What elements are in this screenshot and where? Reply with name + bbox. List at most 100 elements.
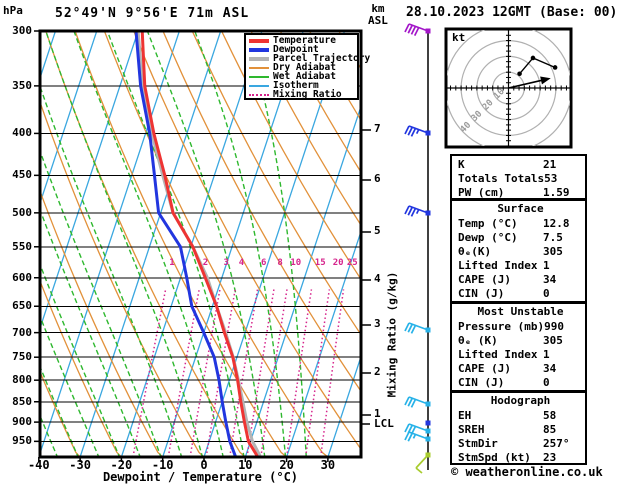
dry-adiabat-line [41, 102, 204, 456]
wind-barb-half-feather [415, 129, 420, 134]
stat-value: 85 [543, 422, 557, 436]
temp-tick-label: 0 [200, 458, 208, 472]
altitude-unit-label: km ASL [368, 2, 388, 27]
km-tick-label: 6 [374, 172, 381, 185]
wind-barb-feather [410, 398, 417, 408]
pressure-tick-label: 600 [12, 270, 32, 284]
legend-swatch-dry-adiabat [249, 66, 269, 69]
surface-panel: Surface Temp (°C) 12.8 Dewp (°C) 7.5 θₑ(K) 30… [450, 199, 587, 303]
most-unstable-panel-title: Most Unstable [477, 305, 564, 318]
mixing-ratio-value-label: 8 [277, 258, 283, 268]
km-tick-label: 7 [374, 122, 381, 135]
pressure-tick-label: 550 [12, 239, 32, 253]
stat-label: θₑ(K) [458, 244, 492, 258]
wind-barb [404, 23, 431, 36]
station-title: 52°49'N 9°56'E 71m ASL [55, 6, 250, 21]
stat-row: Lifted Index 1 [458, 258, 583, 272]
stat-row: StmDir 257° [458, 436, 583, 450]
stat-label: Lifted Index [458, 347, 538, 361]
legend-swatch-temperature [249, 38, 269, 43]
stat-label: CAPE (J) [458, 361, 511, 375]
stat-label: K [458, 157, 465, 171]
wind-barb-staff [415, 454, 429, 469]
pressure-tick-label: 350 [12, 78, 32, 92]
wind-barb [404, 125, 431, 137]
wind-barb-feather [404, 396, 410, 406]
mixing-ratio-value-label: 15 [314, 258, 326, 268]
stat-row: CIN (J) 0 [458, 286, 583, 300]
km-tick-label: 2 [374, 365, 381, 378]
wind-barb-feather [407, 432, 413, 442]
stat-value: 1.59 [543, 185, 570, 199]
stat-value: 305 [543, 333, 563, 347]
stat-value: 7.5 [543, 230, 563, 244]
wind-barb-feather [407, 397, 413, 407]
stat-row: StmSpd (kt) 23 [458, 450, 583, 464]
mixing-ratio-value-label: 2 [202, 258, 209, 268]
km-tick-label: 1 [374, 407, 381, 420]
pressure-tick-label: 450 [12, 168, 32, 182]
stat-label: CAPE (J) [458, 272, 511, 286]
indices-panel: K 21 Totals Totals 53 PW (cm) 1.59 [450, 154, 587, 200]
wind-barb-half-feather [415, 209, 420, 214]
legend-swatch-isotherm [249, 84, 269, 87]
stat-row: CAPE (J) 34 [458, 361, 583, 375]
hodograph-panel-title: Hodograph [490, 394, 551, 407]
pressure-tick-label: 650 [12, 299, 32, 313]
mixing-ratio-value-label: 20 [332, 258, 344, 268]
stat-label: PW (cm) [458, 185, 505, 199]
temp-tick-label: -10 [151, 458, 174, 472]
km-tick-label: 3 [374, 317, 381, 330]
wind-barb-feather [404, 431, 410, 441]
wind-barb [404, 205, 431, 217]
legend-swatch-wet-adiabat [249, 75, 269, 78]
wind-barb [404, 322, 431, 334]
most-unstable-panel: Most Unstable Pressure (mb) 990 θₑ (K) 305 L… [450, 302, 587, 392]
stat-label: CIN (J) [458, 375, 505, 389]
stat-value: 0 [543, 375, 550, 389]
mixing-ratio-line [320, 289, 345, 456]
stat-row: Totals Totals 53 [458, 171, 583, 185]
wind-barb-feather [410, 127, 417, 137]
pressure-unit-label: hPa [3, 4, 23, 17]
stat-value: 23 [543, 450, 557, 464]
stat-row: CAPE (J) 34 [458, 272, 583, 286]
km-tick-label: 4 [374, 272, 381, 285]
datetime-label: 28.10.2023 12GMT (Base: 00) [406, 5, 618, 20]
wind-barb [404, 396, 431, 408]
stat-label: Pressure (mb) [458, 319, 545, 333]
stat-row: PW (cm) 1.59 [458, 185, 583, 199]
stat-label: Temp (°C) [458, 216, 518, 230]
wind-barb-feather [410, 207, 417, 217]
wind-barb-feather [413, 27, 420, 36]
skewt-sounding-app: 10 20 30 40 hPa 52°49'N 9°56'E 71m ASL km A… [0, 0, 629, 486]
stat-row: Temp (°C) 12.8 [458, 216, 583, 230]
stat-label: Lifted Index [458, 258, 538, 272]
stat-value: 305 [543, 244, 563, 258]
wind-barb-feather [404, 423, 410, 433]
stat-row: θₑ(K) 305 [458, 244, 583, 258]
stat-value: 12.8 [543, 216, 570, 230]
stat-label: SREH [458, 422, 485, 436]
wind-barb-feather [415, 467, 423, 474]
stat-row: Pressure (mb) 990 [458, 319, 583, 333]
stat-row: Lifted Index 1 [458, 347, 583, 361]
mixing-ratio-line [305, 289, 331, 456]
mixing-ratio-value-label: 10 [290, 258, 302, 268]
wind-barb-feather [404, 23, 410, 33]
pressure-tick-label: 800 [12, 373, 32, 387]
stat-value: 21 [543, 157, 557, 171]
wind-barb [425, 420, 431, 426]
wind-barb-feather [404, 125, 410, 135]
stat-value: 257° [543, 436, 570, 450]
hodograph-trace-point [552, 65, 558, 70]
wind-barb-feather [404, 205, 410, 215]
pressure-tick-label: 850 [12, 394, 32, 408]
legend-swatch-mixing-ratio [249, 93, 269, 96]
stat-row: CIN (J) 0 [458, 375, 583, 389]
stat-label: StmDir [458, 436, 498, 450]
mixing-ratio-value-label: 6 [260, 258, 267, 268]
legend-swatch-dewpoint [249, 47, 269, 52]
temp-tick-label: -40 [27, 458, 50, 472]
wind-barb-dot [425, 420, 431, 426]
